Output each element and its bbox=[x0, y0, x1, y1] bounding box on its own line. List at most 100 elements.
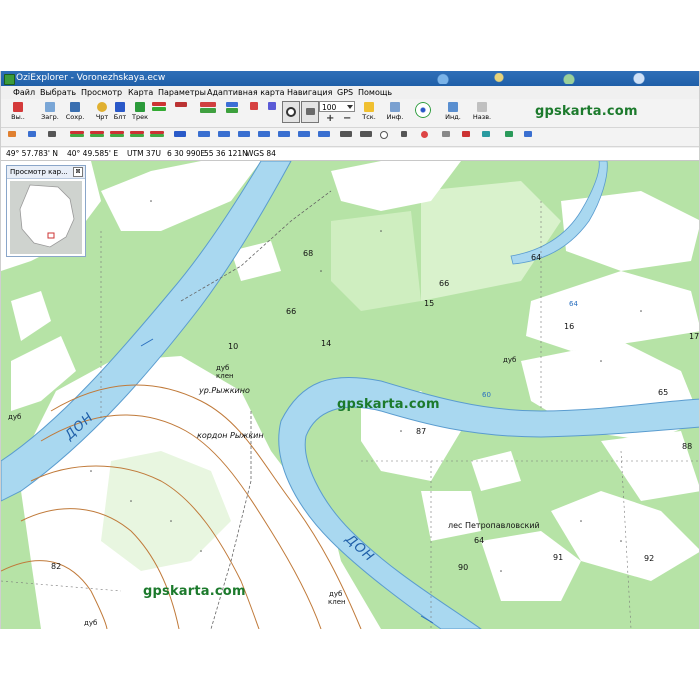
menu-view[interactable]: Просмотр bbox=[81, 86, 122, 99]
name-search-button[interactable]: Назв. bbox=[471, 101, 493, 125]
move-icon bbox=[226, 102, 238, 107]
zoom-fit-button[interactable] bbox=[149, 131, 165, 142]
tool-8-button[interactable] bbox=[257, 131, 271, 142]
tool-7-button[interactable] bbox=[237, 131, 251, 142]
waypoint-icon bbox=[97, 102, 107, 112]
watermark-bottom: gpskarta.com bbox=[143, 584, 246, 599]
tool-9-button[interactable] bbox=[277, 131, 291, 142]
zoom-50-icon-2 bbox=[110, 134, 124, 137]
info-button[interactable]: Инф. bbox=[384, 101, 406, 125]
menu-navigation[interactable]: Навигация bbox=[287, 86, 332, 99]
move-map-button[interactable] bbox=[223, 101, 241, 125]
preview-header: Просмотр кар... ⊠ bbox=[7, 166, 85, 179]
info-icon bbox=[390, 102, 400, 112]
spot-number-91: 91 bbox=[553, 553, 564, 562]
map-tools-icon bbox=[200, 102, 216, 107]
compass-button[interactable] bbox=[379, 131, 389, 142]
close-icon[interactable]: ⊠ bbox=[73, 167, 83, 177]
menu-file[interactable]: Файл bbox=[13, 86, 35, 99]
track-tools-icon bbox=[152, 102, 166, 106]
tool-8-icon bbox=[258, 131, 270, 137]
zoom-level-select[interactable]: 100 bbox=[319, 101, 355, 112]
load-map-button[interactable]: Загр. bbox=[39, 101, 61, 125]
zoom-50-button[interactable] bbox=[109, 131, 125, 142]
lifebuoy-button[interactable] bbox=[419, 131, 429, 142]
track-tools-button[interactable] bbox=[149, 101, 169, 125]
tool-16-button[interactable] bbox=[504, 131, 514, 142]
menu-gps[interactable]: GPS bbox=[337, 86, 353, 99]
index-button[interactable]: Инд. bbox=[442, 101, 464, 125]
map-preview-panel[interactable]: Просмотр кар... ⊠ bbox=[6, 165, 86, 257]
tool-5-button[interactable] bbox=[197, 131, 211, 142]
tool-10-button[interactable] bbox=[297, 131, 311, 142]
zoom-150-button[interactable] bbox=[89, 131, 105, 142]
map-tools-button[interactable] bbox=[197, 101, 219, 125]
tool-14-button[interactable] bbox=[441, 131, 451, 142]
compass-icon bbox=[380, 131, 388, 139]
lifebuoy-icon bbox=[420, 131, 428, 138]
tool-2-button[interactable] bbox=[27, 131, 37, 142]
exit-button[interactable]: Вы.. bbox=[7, 101, 29, 125]
window-title: OziExplorer - Voronezhskaya.ecw bbox=[16, 73, 166, 83]
menu-help[interactable]: Помощь bbox=[358, 86, 392, 99]
preview-overview-map[interactable] bbox=[10, 181, 82, 254]
tree-label-oak-5: дуб bbox=[503, 356, 517, 364]
tree-label-oak-2: дуб bbox=[329, 590, 343, 598]
tool-15-button[interactable] bbox=[461, 131, 471, 142]
zoom-out-button[interactable]: − bbox=[343, 114, 351, 124]
oziexplorer-window: OziExplorer - Voronezhskaya.ecw Файл Выб… bbox=[0, 71, 700, 629]
window-zoom-icon bbox=[305, 108, 315, 115]
tool-10-icon bbox=[298, 131, 310, 137]
menu-select[interactable]: Выбрать bbox=[40, 86, 76, 99]
save-button[interactable]: Сохр. bbox=[64, 101, 86, 125]
nav-button[interactable] bbox=[263, 101, 281, 125]
pan-arrows-button[interactable] bbox=[411, 101, 435, 125]
magnifier-icon bbox=[286, 107, 296, 117]
menu-settings[interactable]: Параметры bbox=[158, 86, 206, 99]
tool-6-button[interactable] bbox=[217, 131, 231, 142]
find-button[interactable]: Тск. bbox=[358, 101, 380, 125]
menu-map[interactable]: Карта bbox=[128, 86, 153, 99]
anchor-button[interactable] bbox=[399, 131, 409, 142]
tool-3-icon bbox=[48, 131, 56, 137]
route-button[interactable] bbox=[173, 101, 189, 125]
menu-adaptive-map[interactable]: Адаптивная карта bbox=[207, 86, 285, 99]
spot-number-10: 10 bbox=[228, 342, 239, 351]
gps-signal-button[interactable] bbox=[481, 131, 491, 142]
tool-15-icon bbox=[462, 131, 470, 137]
zoom-full-button[interactable] bbox=[129, 131, 145, 142]
exit-icon bbox=[13, 102, 23, 112]
zoom-in-button[interactable]: + bbox=[326, 114, 334, 124]
flag-icon bbox=[250, 102, 258, 110]
tool-17-button[interactable] bbox=[523, 131, 533, 142]
tool-13-button[interactable] bbox=[359, 131, 373, 142]
spot-number-66-b: 66 bbox=[286, 307, 297, 316]
zoom-150-icon-2 bbox=[90, 134, 104, 137]
zoom-full-icon-2 bbox=[130, 134, 144, 137]
spot-number-90: 90 bbox=[458, 563, 469, 572]
track-button[interactable]: Блт bbox=[109, 101, 131, 125]
find-icon bbox=[364, 102, 374, 112]
spot-number-15: 15 bbox=[424, 299, 435, 308]
tool-3-button[interactable] bbox=[47, 131, 57, 142]
tool-7-icon bbox=[238, 131, 250, 137]
tree-label-maple-1: клен bbox=[216, 372, 234, 380]
zoom-200-button[interactable] bbox=[69, 131, 85, 142]
flag-button[interactable] bbox=[245, 101, 263, 125]
title-bar: OziExplorer - Voronezhskaya.ecw bbox=[1, 71, 699, 86]
spot-number-64-b: 64 bbox=[474, 536, 485, 545]
tool-12-button[interactable] bbox=[339, 131, 353, 142]
map-canvas[interactable]: ДОН ДОН ур.Рыжкино кордон Рыжкин лес Пет… bbox=[1, 161, 700, 629]
name-search-icon bbox=[477, 102, 487, 112]
status-latitude: 49° 57.783' N bbox=[6, 149, 58, 158]
tool-16-icon bbox=[505, 131, 513, 137]
tool-1-button[interactable] bbox=[7, 131, 17, 142]
track-list-button[interactable]: Трек bbox=[129, 101, 151, 125]
window-zoom-button[interactable] bbox=[301, 101, 319, 123]
tool-4-button[interactable] bbox=[173, 131, 187, 142]
spot-number-17: 17 bbox=[689, 332, 700, 341]
tool-11-button[interactable] bbox=[317, 131, 331, 142]
gps-signal-icon bbox=[482, 131, 490, 137]
search-zoom-button[interactable] bbox=[282, 101, 300, 123]
app-icon bbox=[4, 74, 15, 85]
